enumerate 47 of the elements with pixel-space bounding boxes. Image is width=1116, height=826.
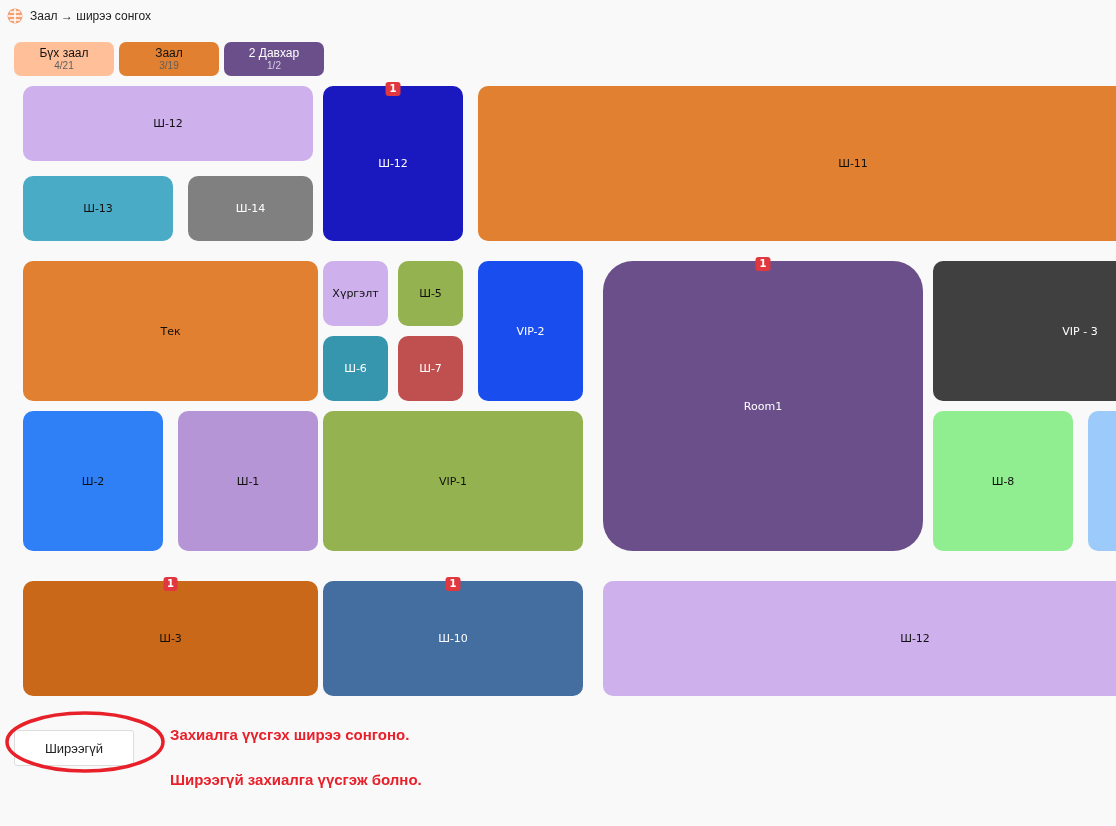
table-label: Ш-10 [438,632,468,645]
annotation-text: Ширээгүй захиалга үүсгэж болно. [170,771,422,788]
table-tile[interactable]: VIP-2 [478,261,583,401]
table-label: Ш-8 [991,474,1015,488]
order-count-badge: 1 [385,82,401,96]
table-tile[interactable]: Ш-14 [188,176,313,241]
no-table-button[interactable]: Ширээгүй [14,730,134,766]
table-label: Ш-6 [344,362,367,375]
table-label: Ш-2 [81,474,105,488]
table-label: VIP-1 [438,474,468,488]
table-label: Хүргэлт [332,287,379,300]
table-tile[interactable]: Ш-7 [398,336,463,401]
table-label: Ш-12 [378,157,408,170]
table-label: Ш-7 [419,362,442,375]
table-label: Ш-12 [153,117,183,130]
table-tile[interactable]: Ш-12 [603,581,1116,696]
table-tile[interactable]: Ш-12 [23,86,313,161]
table-tile[interactable]: Ш-8 [933,411,1073,551]
table-tile[interactable]: VIP-1 [323,411,583,551]
table-label: Тек [160,324,181,338]
floor-tab[interactable]: 2 Давхар 1/2 [224,42,324,76]
order-count-badge: 1 [755,257,771,271]
annotation-text: Захиалга үүсгэх ширээ сонгоно. [170,726,411,743]
table-label: Room1 [743,399,783,413]
floor-tab[interactable]: Бүх заал 4/21 [14,42,114,76]
table-label: Ш-3 [159,632,182,645]
table-label: Ш-13 [83,202,113,215]
table-label: Ш-11 [838,157,868,170]
table-tile[interactable]: VIP - 3 [933,261,1116,401]
table-label: VIP - 3 [1062,324,1098,338]
table-tile[interactable]: Ш-11 [478,86,1116,241]
app-icon [7,8,23,24]
table-label: VIP-2 [516,324,545,338]
table-tile[interactable]: Тек [23,261,318,401]
window-title: Заал → ширээ сонгох [30,9,151,23]
table-tile[interactable]: Ш-1 [178,411,318,551]
table-label: Ш-14 [235,202,266,215]
table-label: Ш-1 [236,474,260,488]
table-label: Ш-5 [419,287,442,300]
order-count-badge: 1 [163,577,178,591]
table-label: Ш-12 [900,632,930,645]
table-tile[interactable]: Ш-5 [398,261,463,326]
floor-tab[interactable]: Заал 3/19 [119,42,219,76]
table-tile[interactable]: Хүргэлт [323,261,388,326]
table-tile[interactable]: Ш-13 [23,176,173,241]
table-tile[interactable]: Ш-2 [23,411,163,551]
order-count-badge: 1 [445,577,461,591]
